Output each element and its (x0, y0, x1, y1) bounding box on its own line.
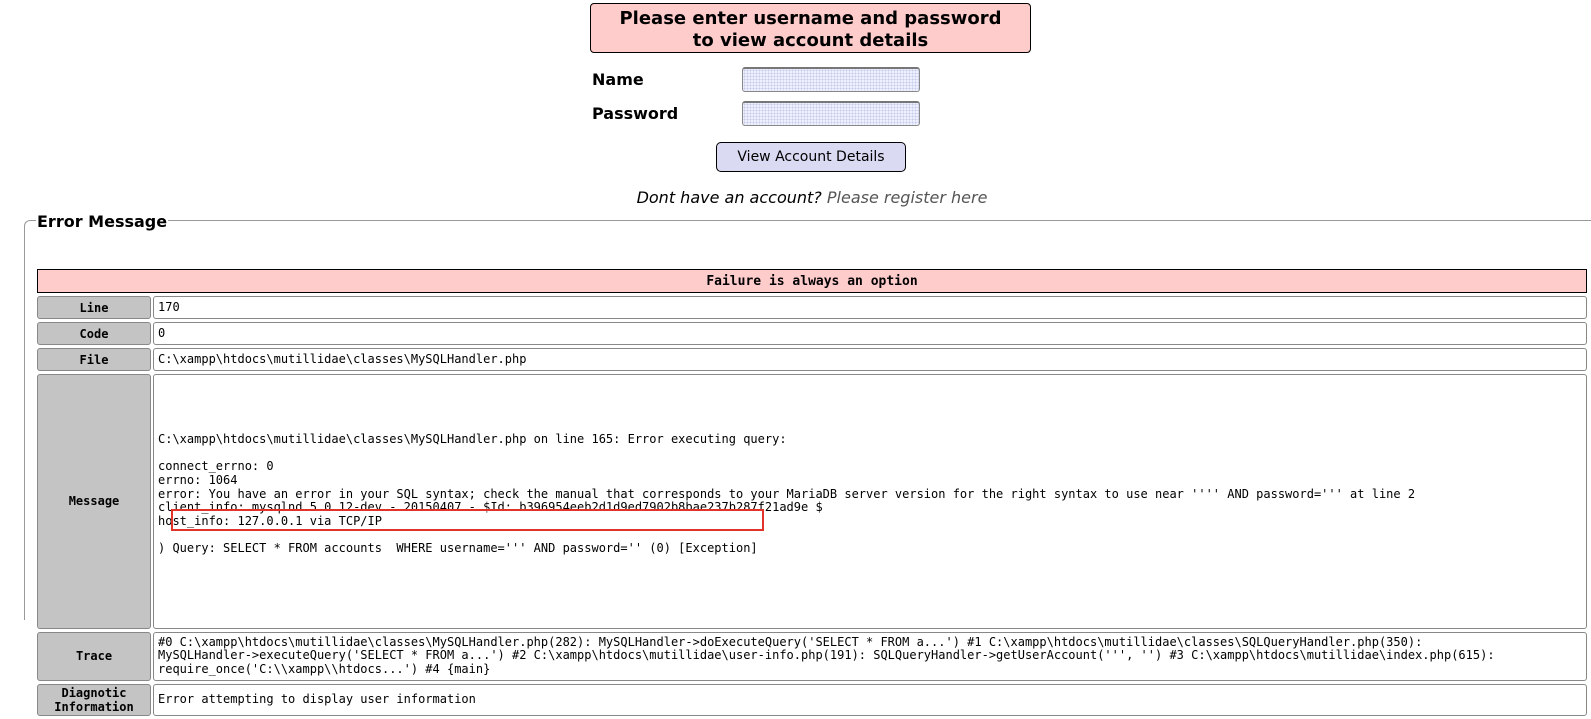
error-banner-row: Failure is always an option (37, 269, 1587, 293)
login-heading: Please enter username and password to vi… (590, 3, 1031, 53)
diagnostic-label-line2: Information (54, 699, 134, 714)
code-value: 0 (153, 322, 1587, 345)
error-table: Failure is always an option Line 170 Cod… (37, 266, 1587, 719)
error-row-message: Message C:\xampp\htdocs\mutillidae\class… (37, 374, 1587, 629)
code-label: Code (37, 322, 151, 345)
error-row-file: File C:\xampp\htdocs\mutillidae\classes\… (37, 348, 1587, 371)
login-heading-line1: Please enter username and password (619, 8, 1002, 29)
message-value: C:\xampp\htdocs\mutillidae\classes\MySQL… (158, 431, 1416, 556)
diagnostic-label: Diagnotic Information (37, 683, 151, 716)
message-wrap: C:\xampp\htdocs\mutillidae\classes\MySQL… (158, 405, 1582, 597)
error-row-diagnostic: Diagnotic Information Error attempting t… (37, 683, 1587, 716)
name-input[interactable] (742, 67, 920, 92)
message-label: Message (37, 374, 151, 629)
register-prompt: Dont have an account? (636, 188, 822, 207)
query-highlight-box (171, 509, 764, 532)
diagnostic-value: Error attempting to display user informa… (153, 683, 1587, 716)
line-value: 170 (153, 296, 1587, 319)
error-legend: Error Message (36, 212, 169, 231)
password-input[interactable] (742, 101, 920, 126)
name-label: Name (592, 70, 644, 89)
login-heading-line2: to view account details (692, 30, 929, 51)
view-account-details-button[interactable]: View Account Details (716, 142, 906, 172)
error-row-code: Code 0 (37, 322, 1587, 345)
trace-label: Trace (37, 631, 151, 681)
register-prompt-line: Dont have an account? Please register he… (0, 188, 1591, 207)
trace-value: #0 C:\xampp\htdocs\mutillidae\classes\My… (153, 631, 1587, 681)
error-banner: Failure is always an option (37, 269, 1587, 293)
password-label: Password (592, 104, 679, 123)
line-label: Line (37, 296, 151, 319)
message-cell: C:\xampp\htdocs\mutillidae\classes\MySQL… (153, 374, 1587, 629)
error-row-trace: Trace #0 C:\xampp\htdocs\mutillidae\clas… (37, 631, 1587, 681)
diagnostic-label-line1: Diagnotic (61, 685, 127, 700)
file-value: C:\xampp\htdocs\mutillidae\classes\MySQL… (153, 348, 1587, 371)
error-row-line: Line 170 (37, 296, 1587, 319)
register-link[interactable]: Please register here (827, 188, 988, 207)
file-label: File (37, 348, 151, 371)
